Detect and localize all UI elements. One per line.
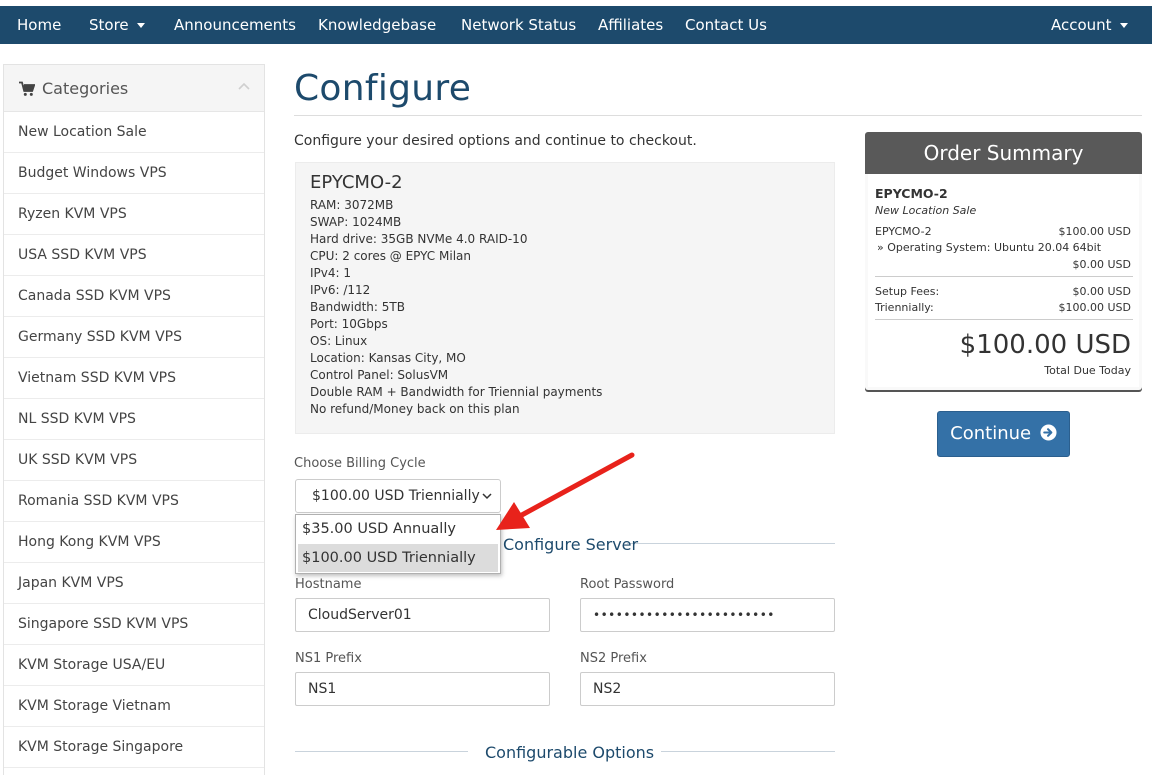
summary-setup-value: $0.00 USD — [1072, 285, 1132, 298]
categories-list: New Location Sale Budget Windows VPS Ryzen… — [4, 112, 264, 768]
billing-option-annually[interactable]: $35.00 USD Annually — [296, 515, 500, 543]
product-spec-line: No refund/Money back on this plan — [310, 402, 520, 416]
sidebar-category-item[interactable]: Romania SSD KVM VPS — [4, 481, 264, 522]
billing-cycle-selected: $100.00 USD Triennially — [312, 488, 480, 504]
sidebar-category-item[interactable]: Germany SSD KVM VPS — [4, 317, 264, 358]
section-divider — [295, 751, 468, 752]
ns2-prefix-input[interactable]: NS2 — [580, 672, 835, 706]
top-navbar: Home Store Announcements Knowledgebase N… — [0, 6, 1152, 44]
summary-line-price: $100.00 USD — [1058, 225, 1132, 238]
page-title: Configure — [294, 68, 472, 109]
categories-sidebar: Categories New Location Sale Budget Windo… — [3, 64, 265, 775]
sidebar-category-item[interactable]: Vietnam SSD KVM VPS — [4, 358, 264, 399]
product-spec-line: Double RAM + Bandwidth for Triennial pay… — [310, 385, 603, 399]
annotation-arrow-icon — [496, 452, 635, 530]
product-name: EPYCMO-2 — [310, 172, 403, 193]
nav-knowledgebase[interactable]: Knowledgebase — [318, 6, 436, 44]
nav-network-status[interactable]: Network Status — [461, 6, 576, 44]
root-password-label: Root Password — [580, 577, 675, 592]
nav-affiliates[interactable]: Affiliates — [598, 6, 663, 44]
product-spec-line: IPv6: /112 — [310, 283, 371, 297]
billing-cycle-dropdown: $35.00 USD Annually $100.00 USD Triennia… — [295, 514, 501, 574]
nav-account-label: Account — [1051, 16, 1112, 34]
nav-contact-us[interactable]: Contact Us — [685, 6, 767, 44]
intro-text: Configure your desired options and conti… — [294, 133, 697, 149]
sidebar-category-item[interactable]: Ryzen KVM VPS — [4, 194, 264, 235]
product-spec-line: Hard drive: 35GB NVMe 4.0 RAID-10 — [310, 232, 528, 246]
product-spec-line: CPU: 2 cores @ EPYC Milan — [310, 249, 471, 263]
nav-home[interactable]: Home — [17, 6, 61, 44]
product-info-panel: EPYCMO-2 RAM: 3072MB SWAP: 1024MB Hard dri… — [295, 162, 835, 434]
categories-header[interactable]: Categories — [4, 65, 264, 112]
product-spec-line: RAM: 3072MB — [310, 198, 394, 212]
sidebar-category-item[interactable]: UK SSD KVM VPS — [4, 440, 264, 481]
sidebar-category-item[interactable]: Canada SSD KVM VPS — [4, 276, 264, 317]
product-spec-line: Bandwidth: 5TB — [310, 300, 405, 314]
summary-product-name: EPYCMO-2 — [875, 186, 948, 201]
shopping-cart-icon — [19, 81, 35, 96]
chevron-up-icon[interactable] — [238, 82, 250, 90]
continue-button[interactable]: Continue — [937, 411, 1070, 457]
root-password-input[interactable]: •••••••••••••••••••••••• — [580, 598, 835, 632]
sidebar-category-item[interactable]: KVM Storage USA/EU — [4, 645, 264, 686]
arrow-circle-right-icon — [1040, 424, 1057, 441]
nav-store-label: Store — [89, 16, 129, 34]
order-summary-panel: Order Summary EPYCMO-2 New Location Sale… — [865, 132, 1142, 390]
section-divider — [661, 751, 835, 752]
sidebar-category-item[interactable]: Hong Kong KVM VPS — [4, 522, 264, 563]
sidebar-category-item[interactable]: KVM Storage Singapore — [4, 727, 264, 768]
caret-down-icon — [1119, 23, 1128, 28]
sidebar-category-item[interactable]: Budget Windows VPS — [4, 153, 264, 194]
nav-account[interactable]: Account — [1051, 6, 1128, 44]
title-divider — [294, 115, 1142, 116]
sidebar-category-item[interactable]: KVM Storage Vietnam — [4, 686, 264, 727]
nav-announcements[interactable]: Announcements — [174, 6, 296, 44]
hostname-label: Hostname — [295, 577, 362, 592]
sidebar-category-item[interactable]: USA SSD KVM VPS — [4, 235, 264, 276]
order-summary-body: EPYCMO-2 New Location Sale EPYCMO-2 $100… — [868, 174, 1139, 387]
summary-total: $100.00 USD — [959, 330, 1131, 360]
sidebar-category-item[interactable]: NL SSD KVM VPS — [4, 399, 264, 440]
sidebar-category-item[interactable]: Japan KVM VPS — [4, 563, 264, 604]
summary-os-price: $0.00 USD — [1072, 258, 1132, 271]
configurable-options-title: Configurable Options — [485, 743, 655, 762]
product-spec-line: OS: Linux — [310, 334, 368, 348]
hostname-input[interactable]: CloudServer01 — [295, 598, 550, 632]
summary-cycle-label: Triennially: — [875, 301, 934, 314]
product-spec-line: SWAP: 1024MB — [310, 215, 402, 229]
continue-label: Continue — [950, 423, 1032, 444]
categories-title: Categories — [42, 79, 129, 98]
sidebar-category-item[interactable]: Singapore SSD KVM VPS — [4, 604, 264, 645]
summary-total-label: Total Due Today — [1044, 364, 1131, 377]
nav-store[interactable]: Store — [89, 6, 145, 44]
billing-cycle-label: Choose Billing Cycle — [294, 456, 426, 471]
summary-line-name: EPYCMO-2 — [875, 225, 932, 238]
ns1-prefix-input[interactable]: NS1 — [295, 672, 550, 706]
ns2-prefix-label: NS2 Prefix — [580, 651, 647, 666]
summary-setup-label: Setup Fees: — [875, 285, 940, 298]
summary-os-line: » Operating System: Ubuntu 20.04 64bit — [877, 241, 1102, 254]
billing-cycle-select[interactable]: $100.00 USD Triennially — [295, 479, 501, 513]
sidebar-category-item[interactable]: New Location Sale — [4, 112, 264, 153]
summary-cycle-value: $100.00 USD — [1058, 301, 1132, 314]
product-spec-line: Control Panel: SolusVM — [310, 368, 449, 382]
product-spec-line: Port: 10Gbps — [310, 317, 388, 331]
summary-divider — [875, 319, 1133, 320]
summary-product-group: New Location Sale — [875, 204, 977, 217]
summary-divider — [875, 276, 1133, 277]
billing-option-triennially[interactable]: $100.00 USD Triennially — [298, 544, 498, 572]
product-spec-line: IPv4: 1 — [310, 266, 352, 280]
product-spec-line: Location: Kansas City, MO — [310, 351, 466, 365]
section-divider — [627, 543, 835, 544]
caret-down-icon — [136, 23, 145, 28]
order-summary-title: Order Summary — [865, 132, 1142, 174]
ns1-prefix-label: NS1 Prefix — [295, 651, 362, 666]
product-spec-list: RAM: 3072MB SWAP: 1024MB Hard drive: 35GB … — [310, 197, 820, 418]
